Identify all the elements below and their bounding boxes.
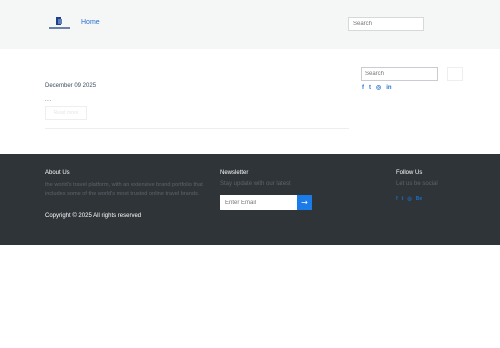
sidebar-search-button[interactable]: [447, 67, 463, 81]
footer-about-title: About Us: [45, 170, 70, 176]
facebook-icon[interactable]: f: [396, 196, 398, 203]
instagram-icon[interactable]: ◎: [407, 196, 411, 203]
footer-follow-title: Follow Us: [396, 170, 423, 176]
logo-wordmark: [49, 27, 70, 29]
post-divider: [45, 128, 349, 129]
nav-home-link[interactable]: Home: [81, 19, 100, 26]
footer-newsletter-subtitle: Stay update with our latest: [220, 181, 291, 187]
logo-mark-accent: [58, 19, 62, 24]
post-excerpt: ...: [45, 97, 52, 103]
twitter-icon[interactable]: t: [369, 85, 371, 92]
sidebar-search-input[interactable]: [361, 67, 438, 81]
footer-about-text: the world's travel platform, with an ext…: [45, 182, 203, 197]
post-date: December 09 2025: [45, 83, 97, 89]
footer-newsletter-title: Newsletter: [220, 170, 249, 176]
footer-copyright: Copyright © 2025 All rights reserved: [45, 213, 142, 219]
newsletter-email-input[interactable]: [220, 195, 297, 210]
instagram-icon[interactable]: ◎: [376, 85, 381, 92]
linkedin-icon[interactable]: in: [386, 85, 391, 92]
twitter-icon[interactable]: t: [402, 196, 404, 203]
site-header: Home: [0, 0, 500, 49]
newsletter-submit-button[interactable]: →: [297, 195, 312, 210]
facebook-icon[interactable]: f: [362, 85, 364, 92]
header-search-input[interactable]: [348, 17, 424, 31]
site-logo[interactable]: [49, 17, 70, 31]
footer-follow-subtitle: Let us be social: [396, 181, 438, 187]
behance-icon[interactable]: Be: [416, 196, 422, 203]
sidebar-social-links: f t ◎ in: [362, 85, 392, 92]
read-more-button[interactable]: Read more: [45, 106, 87, 120]
footer-social-links: f t ◎ Be: [396, 196, 422, 203]
